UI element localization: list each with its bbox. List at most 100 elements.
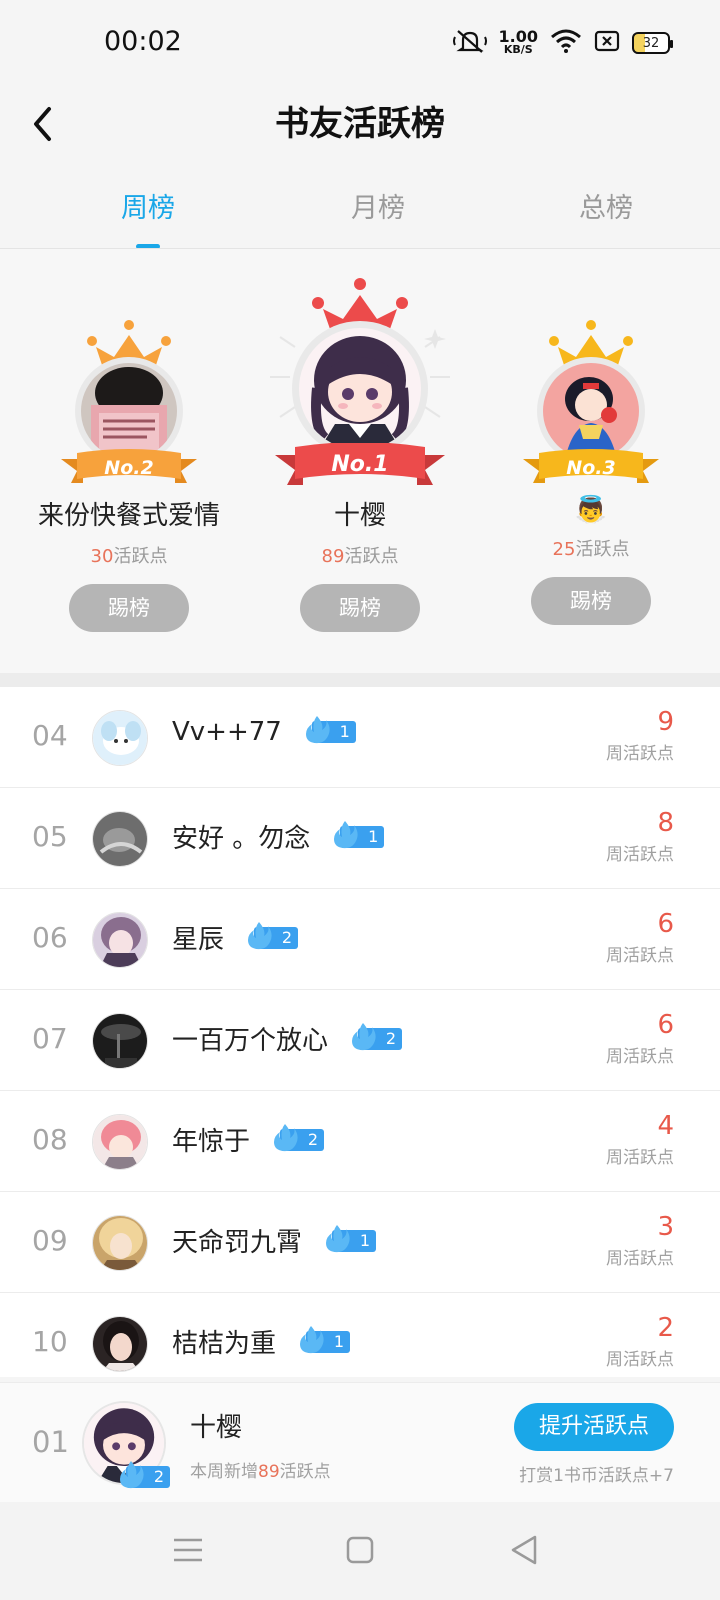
active-value: 6 [657, 909, 674, 939]
triangle-back-icon [509, 1534, 539, 1570]
flame-icon [248, 921, 272, 949]
active-value: 3 [657, 1212, 674, 1242]
list-item[interactable]: 08 年惊于 2 4 周活跃点 [0, 1091, 720, 1192]
level-badge: 1 [322, 1224, 377, 1253]
menu-button[interactable] [168, 1532, 208, 1572]
avatar[interactable] [92, 710, 148, 766]
kick-button[interactable]: 踢榜 [531, 577, 651, 625]
level-badge: 1 [296, 1325, 351, 1354]
flame-icon [326, 1224, 350, 1252]
podium: No.2 来份快餐式爱情 30活跃点 踢榜 No.1 十樱 89活跃点 踢榜 N… [0, 249, 720, 673]
list-item[interactable]: 06 星辰 2 6 周活跃点 [0, 889, 720, 990]
level-badge: 1 [302, 716, 356, 744]
boost-activity-button[interactable]: 提升活跃点 [514, 1403, 674, 1451]
my-rank-bar: 01 2 十樱 本周新增89活跃点 提升活跃点 打赏1书币活跃点+7 [0, 1382, 720, 1502]
level-badge: 1 [330, 820, 385, 849]
active-value: 9 [657, 707, 674, 737]
active-value: 2 [657, 1313, 674, 1343]
flame-icon [120, 1461, 144, 1489]
list-item[interactable]: 10 桔桔为重 1 2 周活跃点 [0, 1293, 720, 1377]
podium-rank-2: No.2 来份快餐式爱情 30活跃点 踢榜 [14, 319, 244, 632]
kick-button[interactable]: 踢榜 [69, 584, 189, 632]
active-label: 周活跃点 [606, 946, 674, 966]
active-label: 周活跃点 [606, 744, 674, 764]
status-bar: 00:02 1.00 KB/S 32 [0, 0, 720, 90]
flame-icon [334, 820, 358, 848]
my-name: 十樱 [190, 1413, 243, 1443]
avatar[interactable] [299, 328, 421, 450]
tab-weekly[interactable]: 周榜 [88, 186, 208, 249]
rank-number: 04 [32, 719, 68, 752]
flame-icon [300, 1325, 324, 1353]
user-name: 星辰 [172, 925, 225, 955]
podium-name: 十樱 [333, 501, 386, 531]
user-name: 天命罚九霄 [172, 1228, 303, 1258]
rank-number: 06 [32, 921, 68, 954]
list-item[interactable]: 05 安好 。勿念 1 8 周活跃点 [0, 788, 720, 889]
avatar[interactable] [92, 811, 148, 867]
rank-label: No.3 [566, 457, 616, 479]
wifi-icon [550, 28, 582, 58]
avatar[interactable] [92, 912, 148, 968]
active-label: 周活跃点 [606, 1350, 674, 1370]
rank-number: 10 [32, 1325, 68, 1358]
level-badge: 2 [348, 1022, 403, 1051]
my-points-text: 本周新增89活跃点 [190, 1462, 331, 1482]
level-badge: 2 [116, 1461, 170, 1489]
avatar[interactable] [92, 1215, 148, 1271]
home-button[interactable] [340, 1532, 380, 1572]
system-nav-bar [0, 1502, 720, 1600]
ranking-list: 04 Vv++77 1 9 周活跃点 05 安好 。勿念 1 8 周活跃点 06 星… [0, 687, 720, 1377]
user-name: 年惊于 [172, 1127, 251, 1157]
podium-name: 👼 [574, 495, 608, 525]
user-name: 桔桔为重 [172, 1329, 277, 1359]
avatar[interactable] [92, 1316, 148, 1372]
podium-rank-3: No.3 👼 25活跃点 踢榜 [476, 319, 706, 625]
podium-points: 25活跃点 [552, 539, 630, 560]
active-value: 6 [657, 1010, 674, 1040]
active-value: 4 [657, 1111, 674, 1141]
list-item[interactable]: 07 一百万个放心 2 6 周活跃点 [0, 990, 720, 1091]
tab-monthly[interactable]: 月榜 [318, 186, 438, 225]
podium-points: 89活跃点 [321, 546, 399, 567]
podium-rank-1: No.1 十樱 89活跃点 踢榜 [245, 277, 475, 632]
flame-icon [305, 716, 330, 744]
battery-icon: 32 [632, 32, 673, 54]
flame-icon [274, 1123, 298, 1151]
page-title: 书友活跃榜 [275, 104, 445, 144]
rank-number: 08 [32, 1123, 68, 1156]
rank-number: 05 [32, 820, 68, 853]
avatar[interactable] [92, 1013, 148, 1069]
list-item[interactable]: 09 天命罚九霄 1 3 周活跃点 [0, 1192, 720, 1293]
podium-points: 30活跃点 [90, 546, 168, 567]
tab-total[interactable]: 总榜 [546, 186, 666, 225]
podium-name: 来份快餐式爱情 [37, 501, 220, 531]
active-label: 周活跃点 [606, 845, 674, 865]
user-name: 安好 。勿念 [172, 824, 311, 854]
active-label: 周活跃点 [606, 1249, 674, 1269]
reward-tip: 打赏1书币活跃点+7 [519, 1466, 674, 1486]
level-badge: 2 [270, 1123, 325, 1152]
flame-icon [352, 1022, 376, 1050]
kick-button[interactable]: 踢榜 [300, 584, 420, 632]
active-label: 周活跃点 [606, 1047, 674, 1067]
rank-label: No.1 [331, 452, 389, 477]
user-name: Vv++77 [172, 717, 282, 747]
list-item[interactable]: 04 Vv++77 1 9 周活跃点 [0, 687, 720, 788]
sim-icon [594, 30, 620, 56]
my-rank-number: 01 [32, 1425, 69, 1459]
avatar[interactable] [543, 363, 639, 459]
avatar[interactable] [81, 363, 177, 459]
mute-icon [452, 28, 487, 58]
avatar[interactable] [92, 1114, 148, 1170]
rank-number: 09 [32, 1224, 68, 1257]
tab-bar: 周榜 月榜 总榜 [0, 180, 720, 249]
active-value: 8 [657, 808, 674, 838]
status-time: 00:02 [104, 26, 182, 57]
rank-number: 07 [32, 1022, 68, 1055]
network-speed: 1.00 KB/S [498, 27, 538, 57]
level-badge: 2 [244, 921, 299, 950]
square-icon [345, 1535, 375, 1569]
back-nav-button[interactable] [504, 1532, 544, 1572]
active-label: 周活跃点 [606, 1148, 674, 1168]
